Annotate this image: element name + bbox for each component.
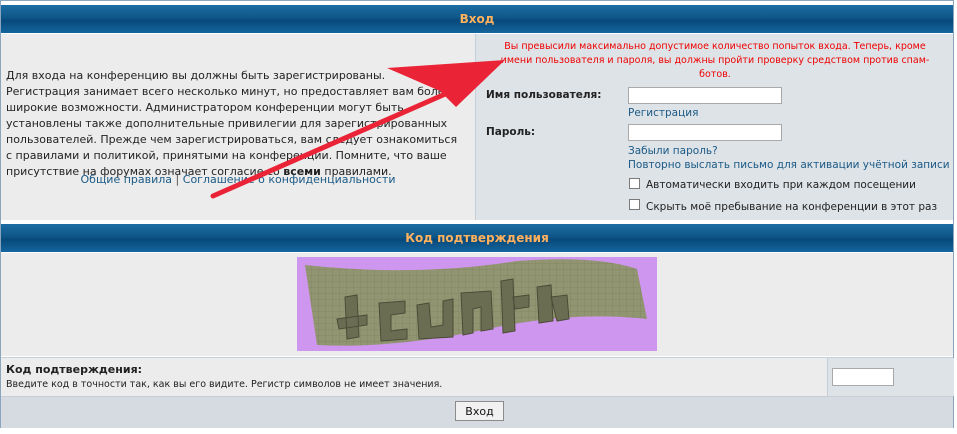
autologin-label: Автоматически входить при каждом посещен…	[646, 179, 916, 191]
password-input[interactable]	[628, 124, 782, 141]
link-separator: |	[175, 173, 180, 186]
error-message: Вы превысили максимально допустимое коли…	[500, 41, 930, 80]
rules-links: Общие правила | Соглашение о конфиденциа…	[1, 173, 475, 186]
captcha-title: Код подтверждения	[405, 231, 549, 245]
login-header: Вход	[1, 5, 953, 33]
captcha-row	[1, 253, 953, 356]
submit-row: Вход	[1, 396, 953, 428]
login-row: Для входа на конференцию вы должны быть …	[1, 34, 953, 220]
login-title: Вход	[459, 12, 495, 26]
hide-online-label: Скрыть моё пребывание на конференции в э…	[646, 201, 938, 213]
captcha-label: Код подтверждения:	[6, 363, 143, 376]
login-form: Вы превысили максимально допустимое коли…	[476, 34, 953, 220]
captcha-input-cell	[827, 358, 954, 396]
captcha-input[interactable]	[832, 368, 894, 386]
info-text: Для входа на конференцию вы должны быть …	[6, 69, 458, 178]
hide-online-checkbox[interactable]	[629, 199, 640, 210]
login-button[interactable]: Вход	[455, 401, 504, 421]
captcha-hint: Введите код в точности так, как вы его в…	[6, 379, 443, 390]
info-panel: Для входа на конференцию вы должны быть …	[1, 34, 476, 220]
autologin-checkbox[interactable]	[629, 178, 640, 189]
registration-info: Для входа на конференцию вы должны быть …	[6, 68, 461, 180]
resend-activation-link[interactable]: Повторно выслать письмо для активации уч…	[628, 159, 950, 171]
captcha-graphic	[305, 259, 647, 346]
username-input[interactable]	[628, 87, 782, 104]
rules-link[interactable]: Общие правила	[81, 173, 173, 186]
captcha-image	[297, 257, 657, 351]
username-label: Имя пользователя:	[486, 89, 602, 101]
captcha-input-row: Код подтверждения: Введите код в точност…	[1, 357, 954, 396]
privacy-link[interactable]: Соглашение о конфиденциальности	[183, 173, 396, 186]
password-label: Пароль:	[486, 126, 536, 138]
register-link[interactable]: Регистрация	[628, 107, 698, 119]
captcha-header: Код подтверждения	[1, 224, 953, 252]
forgot-password-link[interactable]: Забыли пароль?	[628, 145, 718, 157]
